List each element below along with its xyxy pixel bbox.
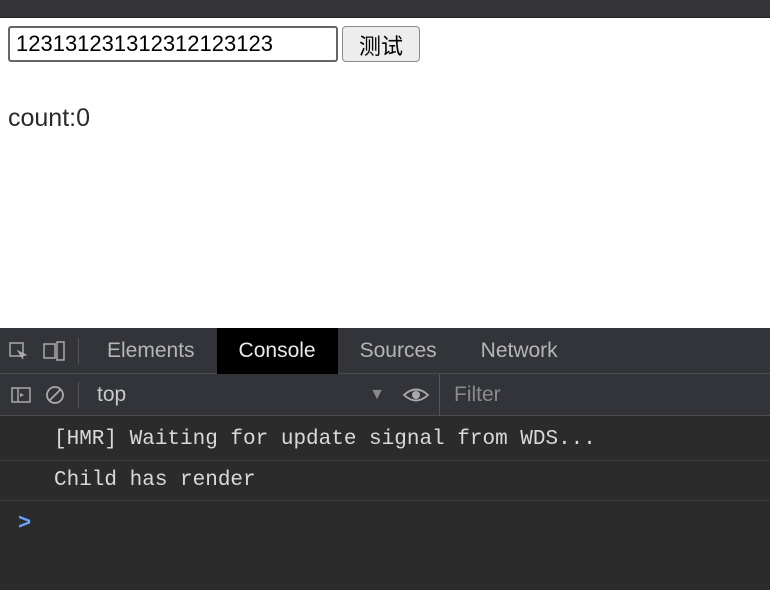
input-row: 测试 [8, 26, 762, 62]
console-prompt[interactable]: > [0, 501, 770, 546]
clear-icon[interactable] [38, 374, 72, 416]
inspect-icon[interactable] [0, 328, 36, 374]
console-filter-row: top ▼ [0, 374, 770, 416]
context-dropdown[interactable]: top ▼ [85, 374, 393, 416]
device-toggle-icon[interactable] [36, 328, 72, 374]
test-button[interactable]: 测试 [342, 26, 420, 62]
tab-console[interactable]: Console [217, 328, 338, 374]
tab-sources[interactable]: Sources [338, 328, 459, 374]
tab-elements[interactable]: Elements [85, 328, 217, 374]
console-output: [HMR] Waiting for update signal from WDS… [0, 416, 770, 550]
divider [78, 382, 79, 408]
tab-network[interactable]: Network [459, 328, 580, 374]
live-expression-icon[interactable] [393, 386, 439, 404]
filter-input[interactable] [439, 374, 766, 416]
text-input[interactable] [8, 26, 338, 62]
log-line: Child has render [0, 461, 770, 502]
count-display: count:0 [8, 104, 762, 133]
devtools-tabs-row: Elements Console Sources Network [0, 328, 770, 374]
app-content: 测试 count:0 [0, 18, 770, 141]
context-label: top [97, 383, 126, 407]
chevron-down-icon: ▼ [369, 386, 385, 404]
sidebar-toggle-icon[interactable] [4, 374, 38, 416]
devtools-panel: Elements Console Sources Network top ▼ [… [0, 328, 770, 590]
count-label: count: [8, 104, 76, 132]
divider [78, 338, 79, 364]
browser-top-bar [0, 0, 770, 18]
count-value: 0 [76, 104, 90, 132]
log-line: [HMR] Waiting for update signal from WDS… [0, 420, 770, 461]
